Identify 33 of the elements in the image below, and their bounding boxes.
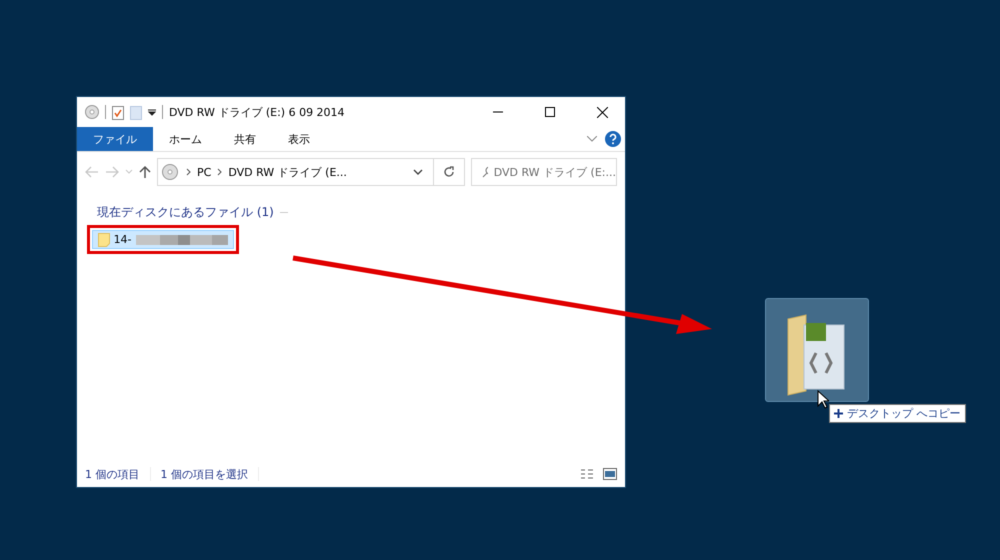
ribbon-tab[interactable]: ホーム: [153, 127, 218, 151]
dropdown-icon[interactable]: [413, 169, 423, 175]
status-text: 1 個の項目: [85, 466, 140, 482]
breadcrumb-item[interactable]: DVD RW ドライブ (E...: [228, 164, 347, 180]
disc-icon: [85, 105, 99, 119]
details-view-icon[interactable]: [581, 469, 593, 479]
file-item[interactable]: 14-: [92, 230, 234, 249]
ribbon-tab[interactable]: 表示: [272, 127, 326, 151]
search-field[interactable]: DVD RW ドライブ (E:...: [471, 158, 617, 186]
chevron-icon: [217, 168, 222, 176]
ribbon-tab[interactable]: ファイル: [77, 127, 153, 151]
properties-icon[interactable]: [112, 104, 124, 120]
help-icon[interactable]: [605, 131, 621, 147]
chevron-icon: [186, 168, 191, 176]
file-icon: [98, 232, 110, 246]
status-text: 1 個の項目を選択: [160, 466, 248, 482]
window-title: DVD RW ドライブ (E:) 6 09 2014: [169, 104, 345, 120]
disc-icon: [162, 164, 178, 180]
up-icon[interactable]: [139, 165, 151, 179]
maximize-icon: [545, 107, 555, 117]
drag-tooltip: デスクトップ へコピー: [829, 404, 966, 423]
breadcrumb-item[interactable]: PC: [197, 166, 212, 178]
refresh-icon[interactable]: [443, 166, 455, 178]
group-header[interactable]: 現在ディスクにあるファイル (1): [97, 204, 274, 221]
ribbon-tab[interactable]: 共有: [218, 127, 272, 151]
large-icons-view-icon[interactable]: [603, 468, 617, 480]
search-icon: [482, 166, 488, 178]
plus-icon: [834, 409, 843, 418]
expand-ribbon-icon[interactable]: [587, 136, 597, 142]
dropdown-icon[interactable]: [148, 108, 156, 116]
close-icon: [596, 106, 608, 118]
cursor-icon: [817, 390, 829, 409]
address-bar[interactable]: PC DVD RW ドライブ (E...: [157, 158, 465, 186]
